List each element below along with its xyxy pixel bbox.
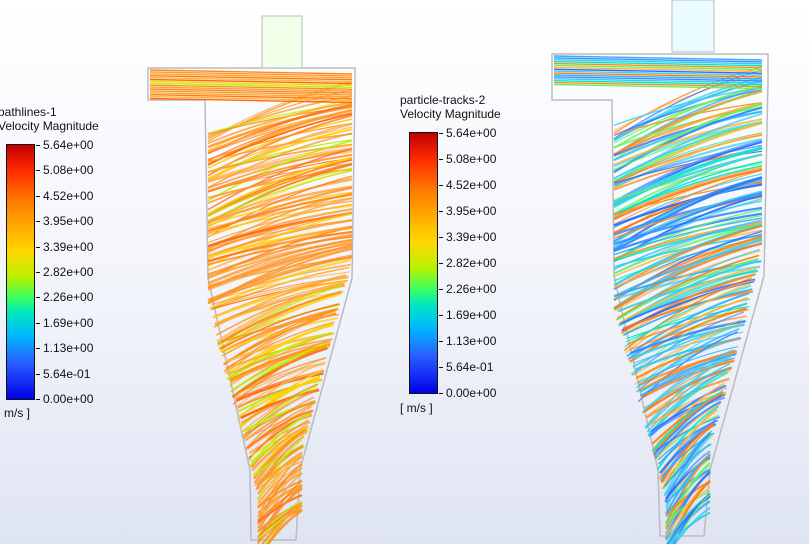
- legend-unit: [ m/s ]: [400, 401, 433, 415]
- colorbar: [409, 132, 438, 394]
- legend-tick-label: 5.64e+00: [35, 138, 94, 152]
- legend-tick-label: 1.69e+00: [438, 308, 497, 322]
- legend-tick-label: 5.64e-01: [438, 360, 494, 374]
- graphics-viewport[interactable]: pathlines-1 Velocity Magnitude 5.64e+00 5…: [0, 0, 809, 544]
- colorbar: [6, 144, 35, 400]
- legend-tick-label: 3.39e+00: [438, 230, 497, 244]
- legend-tick-label: 2.26e+00: [35, 290, 94, 305]
- streak-line: [619, 273, 756, 326]
- legend-title: pathlines-1: [0, 105, 57, 119]
- legend-tick-label: 3.95e+00: [438, 204, 497, 218]
- particle-tracks-cyclone: [551, 0, 769, 544]
- legend-quantity: Velocity Magnitude: [400, 107, 501, 121]
- legend-quantity: Velocity Magnitude: [0, 119, 99, 133]
- legend-tick-label: 5.08e+00: [438, 152, 497, 166]
- legend-tick-label: 4.52e+00: [438, 178, 497, 192]
- legend-tick-label: 2.26e+00: [438, 282, 497, 296]
- legend-tick-label: 0.00e+00: [438, 386, 497, 400]
- legend-tick-label: 2.82e+00: [35, 265, 94, 279]
- legend-title: particle-tracks-2: [400, 93, 486, 107]
- legend-tick-label: 5.64e-01: [35, 366, 91, 381]
- legend-tick-label: 3.39e+00: [35, 239, 94, 254]
- legend-tick-label: 1.13e+00: [438, 334, 497, 348]
- legend-tick-label: 0.00e+00: [35, 392, 94, 406]
- cyclone-scene: [147, 0, 769, 544]
- legend-tick-label: 1.69e+00: [35, 315, 94, 330]
- pathlines-cyclone: [147, 15, 356, 544]
- legend-tick-label: 3.95e+00: [35, 214, 94, 229]
- legend-tick-label: 5.08e+00: [35, 163, 94, 178]
- legend-unit: m/s ]: [4, 406, 30, 420]
- legend-tick-label: 4.52e+00: [35, 188, 94, 203]
- legend-tick-label: 2.82e+00: [438, 256, 497, 270]
- legend-tick-label: 1.13e+00: [35, 341, 94, 356]
- legend-tick-label: 5.64e+00: [438, 126, 497, 140]
